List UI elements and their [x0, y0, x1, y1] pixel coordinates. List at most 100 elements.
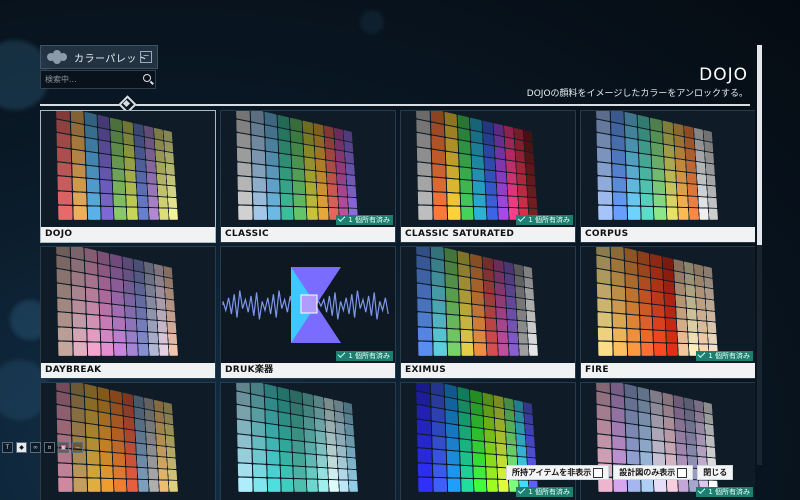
color-swatch: [293, 453, 305, 466]
color-swatch: [164, 412, 174, 425]
color-swatch: [111, 414, 123, 428]
palette-card-label: CLASSIC SATURATED: [401, 227, 575, 242]
color-swatch: [168, 344, 178, 356]
color-swatch: [85, 124, 98, 140]
color-swatch: [110, 266, 123, 280]
color-swatch: [124, 441, 136, 455]
color-swatch: [470, 402, 483, 416]
color-swatch: [650, 117, 662, 132]
hide-owned-checkbox[interactable]: [593, 467, 604, 478]
color-swatch-grid: [56, 383, 178, 492]
color-swatch: [86, 151, 99, 166]
palette-card[interactable]: 1 個所有済み CLASSIC SATURATED: [400, 110, 576, 243]
color-swatch: [432, 313, 447, 328]
color-swatch: [433, 191, 447, 206]
color-swatch: [133, 122, 144, 136]
color-swatch: [683, 261, 694, 274]
search-box: [40, 70, 156, 89]
palette-card[interactable]: DOJO: [40, 110, 216, 243]
scrollbar-thumb[interactable]: [757, 45, 762, 245]
palette-card[interactable]: 1 個所有済み FIRE: [580, 246, 755, 379]
color-swatch: [157, 184, 168, 197]
palette-card[interactable]: CORPUS: [580, 110, 755, 243]
color-swatch: [704, 140, 714, 153]
color-swatch: [250, 383, 265, 396]
color-swatch: [237, 176, 252, 191]
palette-card[interactable]: [40, 382, 216, 500]
lock-icon[interactable]: ¤: [44, 442, 55, 453]
color-swatch: [704, 423, 715, 436]
palette-card[interactable]: DAYBREAK: [40, 246, 216, 379]
color-swatch: [674, 418, 685, 432]
color-swatch: [156, 309, 167, 321]
shield-icon[interactable]: ◆: [16, 442, 27, 453]
color-swatch: [495, 430, 506, 444]
color-swatch: [663, 280, 675, 294]
color-swatch: [495, 442, 507, 456]
text-icon[interactable]: T: [2, 442, 13, 453]
palette-card[interactable]: 1 個所有済み: [580, 382, 755, 500]
owned-badge-text: 1 個所有済み: [348, 352, 390, 360]
palette-card[interactable]: [220, 382, 396, 500]
color-swatch-grid: [236, 383, 358, 492]
color-swatch: [113, 453, 125, 466]
color-swatch: [611, 285, 626, 300]
palette-card[interactable]: EXIMUS: [400, 246, 576, 379]
palette-card[interactable]: 1 個所有済み: [400, 382, 576, 500]
color-swatch: [639, 153, 652, 168]
blueprint-only-checkbox[interactable]: [677, 467, 688, 478]
color-swatch: [663, 429, 675, 442]
color-swatch: [56, 391, 71, 407]
color-swatch: [290, 117, 302, 132]
color-swatch: [334, 410, 345, 423]
color-swatch: [497, 331, 508, 344]
color-swatch: [474, 207, 487, 220]
color-swatch: [515, 150, 525, 163]
palette-title: カラーパレット: [74, 53, 148, 65]
color-swatch: [503, 261, 514, 274]
color-swatch: [611, 135, 625, 151]
color-swatch: [417, 312, 432, 327]
color-swatch: [347, 469, 358, 481]
color-swatch: [281, 207, 294, 220]
color-swatch: [598, 205, 613, 220]
color-swatch: [124, 169, 136, 183]
color-swatch: [695, 422, 705, 435]
color-swatch: [86, 178, 100, 193]
hide-owned-toggle[interactable]: 所持アイテムを非表示: [506, 465, 610, 480]
color-swatch: [526, 174, 536, 186]
color-swatch: [673, 122, 684, 136]
minus-icon[interactable]: −: [72, 442, 83, 453]
blueprint-only-toggle[interactable]: 設計図のみ表示: [613, 465, 694, 480]
color-swatch: [86, 301, 100, 315]
color-swatch: [123, 144, 135, 158]
color-swatch: [474, 479, 487, 492]
color-swatch: [446, 165, 460, 179]
color-swatch: [71, 258, 85, 273]
palette-card[interactable]: 1 個所有済み CLASSIC: [220, 110, 396, 243]
minus-square-icon[interactable]: −: [140, 51, 152, 63]
close-button[interactable]: 閉じる: [697, 465, 734, 480]
color-swatch: [707, 333, 718, 345]
search-input[interactable]: [45, 73, 137, 85]
color-swatch: [597, 191, 613, 206]
color-swatch: [266, 151, 279, 166]
color-swatch: [290, 130, 303, 144]
color-swatch: [56, 147, 72, 163]
color-swatch: [486, 207, 498, 220]
color-swatch: [158, 196, 168, 208]
color-swatch: [674, 282, 685, 296]
color-swatch: [626, 423, 639, 438]
color-swatch: [416, 119, 431, 135]
color-swatch: [101, 207, 114, 220]
gamepad-icon[interactable]: ∞: [30, 442, 41, 453]
search-icon[interactable]: [143, 74, 151, 82]
color-swatch: [493, 270, 505, 284]
box-icon[interactable]: ▣: [58, 442, 69, 453]
color-swatch: [653, 330, 666, 343]
palette-card[interactable]: 1 個所有済み DRUK楽器: [220, 246, 396, 379]
color-swatch: [525, 435, 535, 447]
color-swatch: [504, 408, 515, 422]
color-swatch: [507, 196, 519, 208]
color-swatch: [432, 177, 447, 192]
